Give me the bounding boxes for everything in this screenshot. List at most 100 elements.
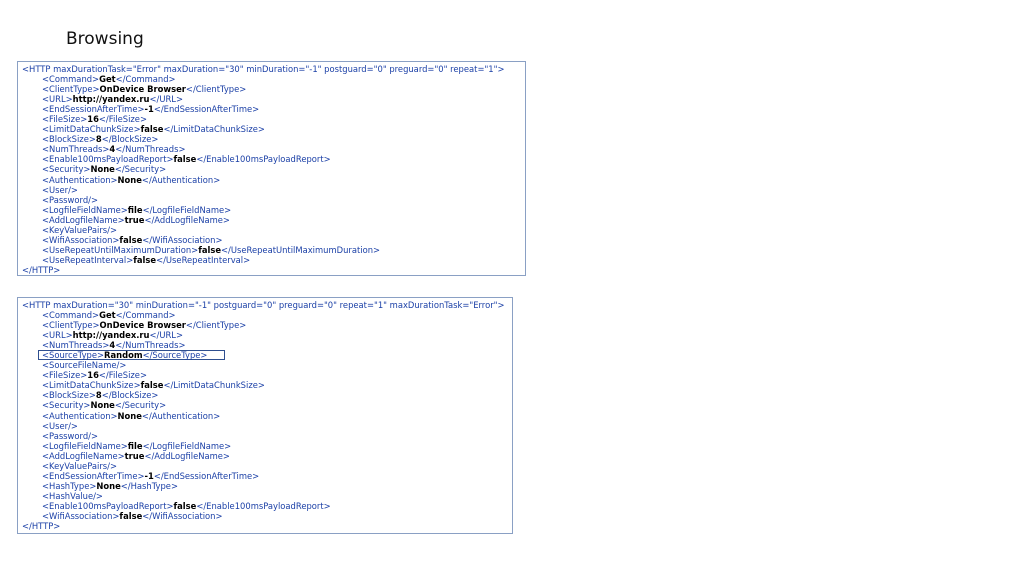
xml-open-tag: <AddLogfileName>: [42, 450, 125, 461]
xml-element-line: <UseRepeatUntilMaximumDuration>false</Us…: [22, 245, 525, 255]
xml-element-line: <WifiAssociation>false</WifiAssociation>: [22, 235, 525, 245]
xml-close-tag: </LimitDataChunkSize>: [163, 380, 265, 391]
xml-open-tag: <HashValue/>: [42, 490, 103, 501]
xml-close-tag: </URL>: [149, 330, 183, 341]
xml-close-tag: </LimitDataChunkSize>: [163, 124, 265, 135]
xml-open-tag: <Password/>: [42, 194, 98, 205]
xml-close-tag: </WifiAssociation>: [142, 234, 223, 245]
xml-element-line: <KeyValuePairs/>: [22, 461, 512, 471]
xml-open-tag: <BlockSize>: [42, 134, 96, 145]
xml-element-line: <User/>: [22, 421, 512, 431]
xml-open-tag: <BlockSize>: [42, 390, 96, 401]
xml-element-line: <Security>None</Security>: [22, 164, 525, 174]
xml-close-tag: </NumThreads>: [115, 144, 186, 155]
xml-value: false: [133, 254, 157, 265]
xml-root-close-tag: </HTTP>: [22, 264, 61, 275]
xml-close-tag: </EndSessionAfterTime>: [153, 104, 260, 115]
xml-open-tag: <Security>: [42, 400, 91, 411]
xml-element-line: <Enable100msPayloadReport>false</Enable1…: [22, 154, 525, 164]
xml-element-line: <FileSize>16</FileSize>: [22, 370, 512, 380]
xml-element-line: <BlockSize>8</BlockSize>: [22, 134, 525, 144]
xml-close-tag: </Security>: [114, 164, 167, 175]
xml-element-line: <EndSessionAfterTime>-1</EndSessionAfter…: [22, 471, 512, 481]
xml-value: file: [127, 440, 143, 451]
xml-element-line: <KeyValuePairs/>: [22, 225, 525, 235]
xml-value: http://yandex.ru: [72, 94, 150, 105]
xml-open-tag: <NumThreads>: [42, 144, 110, 155]
xml-open-tag: <Authentication>: [42, 410, 118, 421]
xml-value: false: [198, 244, 222, 255]
xml-element-line: <Enable100msPayloadReport>false</Enable1…: [22, 501, 512, 511]
xml-open-tag: <EndSessionAfterTime>: [42, 104, 145, 115]
xml-value: false: [140, 380, 164, 391]
xml-close-tag: </HashType>: [120, 480, 178, 491]
xml-element-line: <WifiAssociation>false</WifiAssociation>: [22, 511, 512, 521]
xml-value: false: [119, 234, 143, 245]
xml-config-box-1: <HTTP maxDurationTask="Error" maxDuratio…: [17, 61, 526, 276]
xml-value: None: [90, 164, 115, 175]
xml-element-line: <Security>None</Security>: [22, 400, 512, 410]
xml-close-tag: </Command>: [115, 74, 176, 85]
xml-value: false: [173, 500, 197, 511]
xml-open-tag: <Security>: [42, 164, 91, 175]
xml-element-line: <SourceFileName/>: [22, 360, 512, 370]
xml-open-tag: <HashType>: [42, 480, 97, 491]
xml-open-tag: <WifiAssociation>: [42, 234, 120, 245]
xml-open-tag: <URL>: [42, 94, 73, 105]
xml-element-line: <NumThreads>4</NumThreads>: [22, 340, 512, 350]
xml-element-line: <User/>: [22, 185, 525, 195]
xml-close-tag: </LogfileFieldName>: [142, 440, 232, 451]
xml-element-line: <NumThreads>4</NumThreads>: [22, 144, 525, 154]
xml-element-line: <ClientType>OnDevice Browser</ClientType…: [22, 84, 525, 94]
xml-element-line: <BlockSize>8</BlockSize>: [22, 390, 512, 400]
xml-open-tag: <Enable100msPayloadReport>: [42, 154, 174, 165]
xml-close-tag: </LogfileFieldName>: [142, 204, 232, 215]
xml-close-tag: </UseRepeatInterval>: [156, 254, 251, 265]
xml-open-tag: <User/>: [42, 184, 78, 195]
xml-element-line: <Password/>: [22, 195, 525, 205]
xml-open-tag: <AddLogfileName>: [42, 214, 125, 225]
xml-open-tag: <UseRepeatInterval>: [42, 254, 134, 265]
xml-open-tag: <Authentication>: [42, 174, 118, 185]
xml-element-line: <Command>Get</Command>: [22, 310, 512, 320]
xml-value: OnDevice Browser: [99, 84, 186, 95]
xml-close-tag: </FileSize>: [98, 114, 147, 125]
xml-open-tag: <EndSessionAfterTime>: [42, 470, 145, 481]
xml-value: None: [96, 480, 121, 491]
xml-open-tag: <Password/>: [42, 430, 98, 441]
xml-element-line: <FileSize>16</FileSize>: [22, 114, 525, 124]
xml-open-tag: <LimitDataChunkSize>: [42, 380, 141, 391]
xml-close-tag: </BlockSize>: [101, 390, 159, 401]
xml-open-tag: <KeyValuePairs/>: [42, 460, 117, 471]
xml-open-tag: <LimitDataChunkSize>: [42, 124, 141, 135]
xml-element-line: <Authentication>None</Authentication>: [22, 411, 512, 421]
xml-open-tag: <UseRepeatUntilMaximumDuration>: [42, 244, 199, 255]
xml-open-tag: <ClientType>: [42, 320, 100, 331]
xml-open-tag: <Command>: [42, 310, 100, 321]
xml-close-tag: </EndSessionAfterTime>: [153, 470, 260, 481]
xml-open-tag: <SourceFileName/>: [42, 360, 127, 371]
xml-close-tag: </ClientType>: [185, 84, 247, 95]
xml-value: false: [140, 124, 164, 135]
xml-close-tag: </URL>: [149, 94, 183, 105]
xml-value: true: [124, 450, 145, 461]
xml-value: 16: [87, 370, 99, 381]
xml-element-line: <AddLogfileName>true</AddLogfileName>: [22, 215, 525, 225]
xml-element-line: <EndSessionAfterTime>-1</EndSessionAfter…: [22, 104, 525, 114]
xml-root-open-tag: <HTTP maxDuration="30" minDuration="-1" …: [22, 300, 505, 310]
xml-element-line: <SourceType>Random</SourceType>: [22, 350, 512, 361]
xml-element-line: <AddLogfileName>true</AddLogfileName>: [22, 451, 512, 461]
xml-element-line: <Authentication>None</Authentication>: [22, 175, 525, 185]
xml-value: None: [117, 410, 142, 421]
xml-element-line: <HashValue/>: [22, 491, 512, 501]
xml-element-line: <URL>http://yandex.ru</URL>: [22, 330, 512, 340]
xml-open-tag: <LogfileFieldName>: [42, 204, 128, 215]
xml-element-line: <HashType>None</HashType>: [22, 481, 512, 491]
xml-open-tag: <SourceType>: [42, 350, 105, 361]
xml-open-tag: <KeyValuePairs/>: [42, 224, 117, 235]
xml-close-tag: </AddLogfileName>: [144, 450, 230, 461]
slide-title: Browsing: [66, 29, 144, 49]
xml-root-open-tag: <HTTP maxDurationTask="Error" maxDuratio…: [22, 64, 505, 74]
xml-open-tag: <WifiAssociation>: [42, 510, 120, 521]
xml-value: -1: [144, 470, 154, 481]
